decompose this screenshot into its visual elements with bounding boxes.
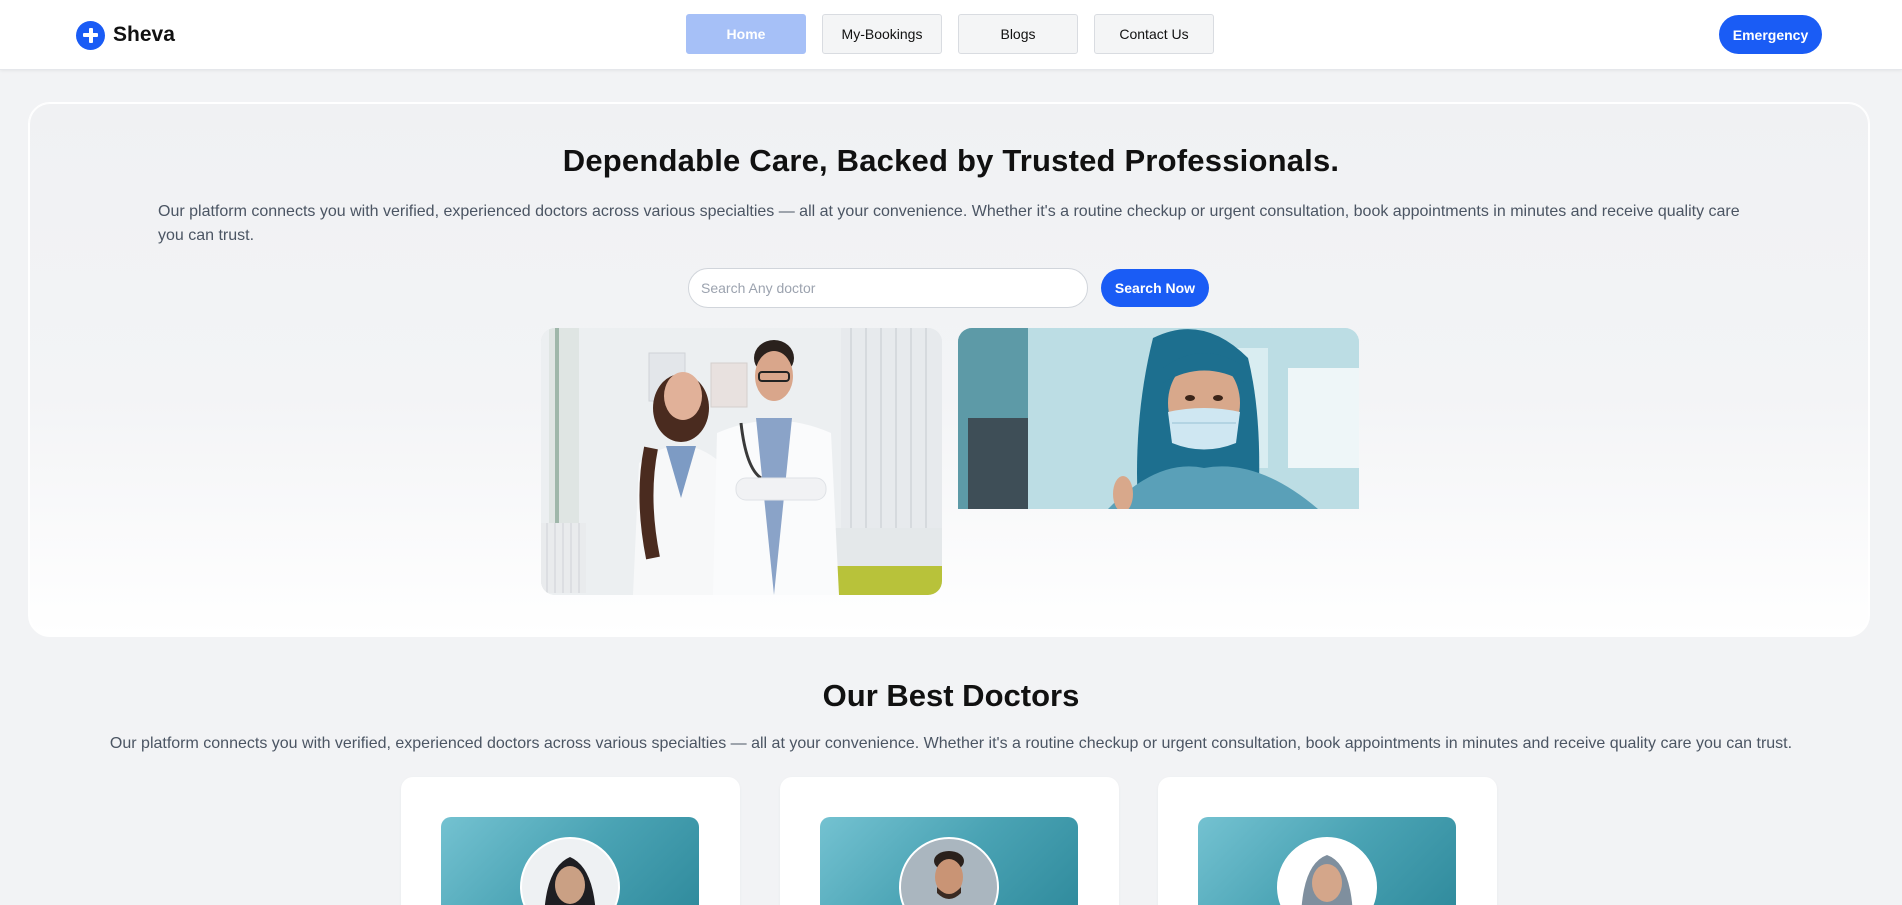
male-doctor-avatar (901, 839, 997, 905)
doctor-card[interactable] (1158, 777, 1497, 905)
search-now-button[interactable]: Search Now (1101, 269, 1209, 307)
best-doctors-description: Our platform connects you with verified,… (109, 735, 1793, 752)
medical-cross-icon (76, 20, 105, 50)
doctor-card-banner (820, 817, 1078, 905)
female-doctor-hijab-avatar (522, 839, 618, 905)
doctors-team-illustration (541, 328, 942, 595)
doctor-card-banner (1198, 817, 1456, 905)
hero-description: Our platform connects you with verified,… (158, 203, 1740, 244)
best-doctors-title: Our Best Doctors (822, 678, 1080, 713)
nav-contact-us-button[interactable]: Contact Us (1094, 14, 1214, 54)
doctor-card-banner (441, 817, 699, 905)
nurse-illustration (958, 328, 1359, 509)
hero-title: Dependable Care, Backed by Trusted Profe… (562, 143, 1340, 178)
doctor-avatar (899, 837, 999, 905)
doctor-avatar (520, 837, 620, 905)
doctor-card[interactable] (401, 777, 740, 905)
doctor-search-input[interactable]: Search Any doctor (688, 268, 1088, 308)
doctor-avatar (1277, 837, 1377, 905)
nurse-photo (958, 328, 1359, 509)
hero-section (28, 102, 1870, 637)
brand-name: Sheva (113, 23, 175, 46)
nav-blogs-button[interactable]: Blogs (958, 14, 1078, 54)
nav-home-button[interactable]: Home (686, 14, 806, 54)
top-navbar: Sheva Home My-Bookings Blogs Contact Us … (0, 0, 1902, 70)
female-doctor-hijab-avatar (1279, 839, 1375, 905)
nav-my-bookings-button[interactable]: My-Bookings (822, 14, 942, 54)
brand-logo[interactable]: Sheva (76, 20, 175, 50)
emergency-button[interactable]: Emergency (1719, 15, 1822, 54)
doctor-card[interactable] (780, 777, 1119, 905)
doctors-team-photo (541, 328, 942, 595)
